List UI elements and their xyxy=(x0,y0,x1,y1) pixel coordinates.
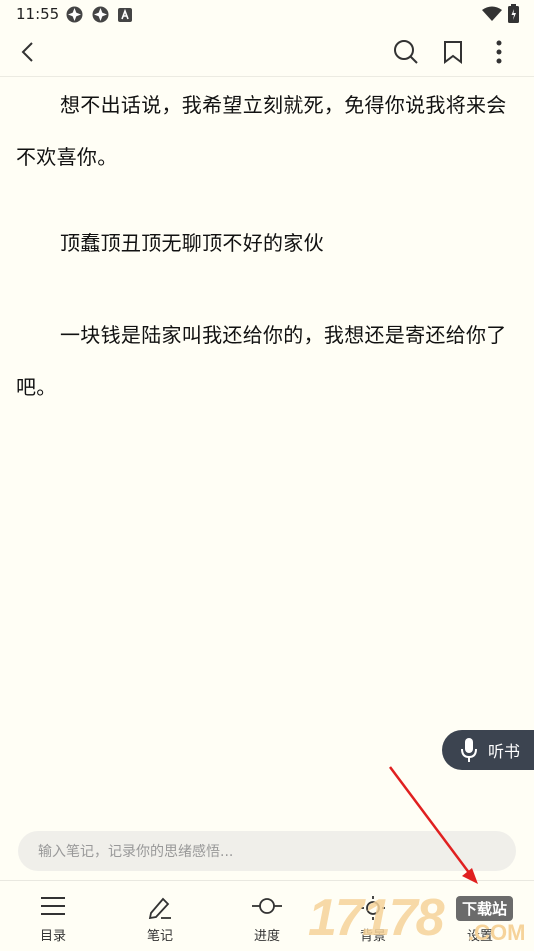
paragraph: 想不出话说，我希望立刻就死，免得你说我将来会不欢喜你。 xyxy=(16,93,507,169)
note-bar: 输入笔记，记录你的思绪感悟... xyxy=(0,822,534,880)
bottom-nav: 目录 笔记 进度 背景 设置 xyxy=(0,880,534,951)
app-notification-icon xyxy=(66,6,83,27)
nav-item-notes[interactable]: 笔记 xyxy=(120,881,200,951)
nav-label: 进度 xyxy=(253,929,280,944)
list-icon xyxy=(41,897,65,915)
chevron-left-icon xyxy=(21,42,33,62)
note-input[interactable]: 输入笔记，记录你的思绪感悟... xyxy=(18,831,516,871)
listen-button[interactable]: 听书 xyxy=(442,730,534,770)
nav-item-toc[interactable]: 目录 xyxy=(13,881,93,951)
more-button[interactable] xyxy=(483,36,515,68)
settings-icon xyxy=(469,895,491,921)
progress-icon xyxy=(252,898,282,914)
brightness-icon xyxy=(361,896,385,920)
paragraph: 一块钱是陆家叫我还给你的，我想还是寄还给你了吧。 xyxy=(16,323,507,399)
microphone-icon xyxy=(461,738,477,762)
battery-icon xyxy=(508,4,519,27)
status-bar: 11:55 xyxy=(0,0,534,28)
app-notification-icon xyxy=(92,6,109,27)
bookmark-button[interactable] xyxy=(437,36,469,68)
nav-item-progress[interactable]: 进度 xyxy=(227,881,307,951)
app-a-icon xyxy=(118,7,132,26)
back-button[interactable] xyxy=(12,36,44,68)
reading-content[interactable]: 想不出话说，我希望立刻就死，免得你说我将来会不欢喜你。 顶蠢顶丑顶无聊顶不好的家… xyxy=(0,77,534,822)
nav-label: 笔记 xyxy=(146,929,173,944)
nav-item-background[interactable]: 背景 xyxy=(333,881,413,951)
pencil-icon xyxy=(148,897,171,919)
wifi-icon xyxy=(482,6,502,26)
bookmark-icon xyxy=(444,41,462,64)
search-button[interactable] xyxy=(390,36,422,68)
nav-label: 背景 xyxy=(359,929,386,944)
nav-label: 设置 xyxy=(466,929,493,944)
status-time: 11:55 xyxy=(16,5,60,23)
nav-label: 目录 xyxy=(39,929,66,944)
reader-toolbar xyxy=(0,28,534,77)
search-icon xyxy=(394,40,418,64)
paragraph: 顶蠢顶丑顶无聊顶不好的家伙 xyxy=(60,231,324,255)
more-vertical-icon xyxy=(496,40,502,64)
listen-label: 听书 xyxy=(488,742,521,761)
nav-item-settings[interactable]: 设置 xyxy=(440,881,520,951)
